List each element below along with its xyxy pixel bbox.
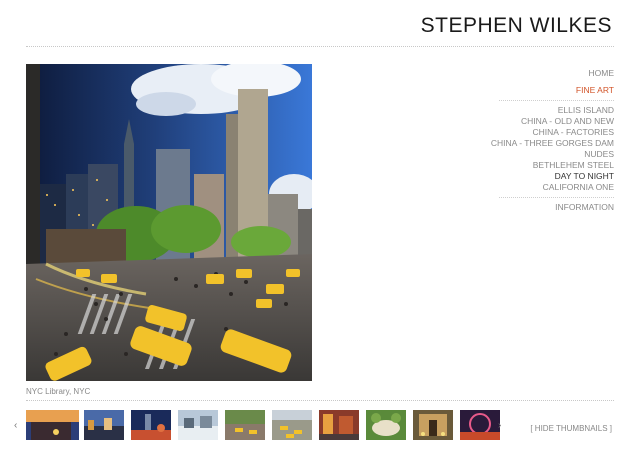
thumbnail[interactable] xyxy=(225,410,265,440)
thumbnail[interactable] xyxy=(131,410,171,440)
thumbnail[interactable] xyxy=(178,410,218,440)
header-divider xyxy=(26,46,614,47)
nav-day-to-night[interactable]: DAY TO NIGHT xyxy=(474,171,614,182)
nav-california-one[interactable]: CALIFORNIA ONE xyxy=(474,182,614,193)
main-photo xyxy=(26,64,312,381)
nav-china-old-and-new[interactable]: CHINA - OLD AND NEW xyxy=(474,116,614,127)
nav-bethlehem-steel[interactable]: BETHLEHEM STEEL xyxy=(474,160,614,171)
nav-ellis-island[interactable]: ELLIS ISLAND xyxy=(474,105,614,116)
main-nav: HOME FINE ART ELLIS ISLAND CHINA - OLD A… xyxy=(474,68,614,213)
thumbnail[interactable] xyxy=(319,410,359,440)
nav-fine-art[interactable]: FINE ART xyxy=(474,85,614,96)
nav-nudes[interactable]: NUDES xyxy=(474,149,614,160)
thumbnail[interactable] xyxy=(26,410,79,440)
prev-arrow-icon[interactable]: ‹ xyxy=(14,420,17,431)
next-arrow-icon[interactable]: › xyxy=(498,420,501,431)
nav-divider xyxy=(499,197,614,198)
hide-thumbnails-link[interactable]: [ HIDE THUMBNAILS ] xyxy=(530,424,612,433)
site-title[interactable]: STEPHEN WILKES xyxy=(421,14,612,38)
nav-home[interactable]: HOME xyxy=(474,68,615,79)
nav-divider xyxy=(499,100,614,101)
nav-information[interactable]: INFORMATION xyxy=(474,202,614,213)
thumbnail-strip: ‹ › [ HIDE THUMBNAILS ] xyxy=(0,408,640,442)
thumbnail[interactable] xyxy=(413,410,453,440)
thumbnail[interactable] xyxy=(84,410,124,440)
thumbnail[interactable] xyxy=(272,410,312,440)
footer-divider xyxy=(26,400,614,401)
thumbnail[interactable] xyxy=(460,410,500,440)
thumbnail[interactable] xyxy=(366,410,406,440)
nav-china-three-gorges-dam[interactable]: CHINA - THREE GORGES DAM xyxy=(474,138,614,149)
photo-caption: NYC Library, NYC xyxy=(26,387,91,396)
nav-china-factories[interactable]: CHINA - FACTORIES xyxy=(474,127,614,138)
